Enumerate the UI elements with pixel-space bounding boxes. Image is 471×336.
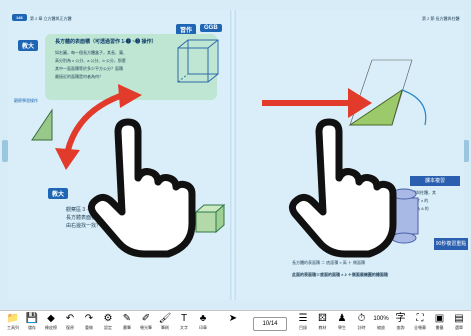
cuboid-figure bbox=[177, 39, 219, 83]
triangle-figure bbox=[31, 108, 53, 141]
stamp-tool-button[interactable]: ♣ 印章 bbox=[192, 313, 214, 335]
page-indicator[interactable]: 10/14 bbox=[253, 317, 287, 331]
prism-figure bbox=[348, 59, 427, 126]
menu-tool-button[interactable]: ▤ 選單 bbox=[448, 313, 470, 335]
stamp-icon: ♣ bbox=[199, 313, 207, 324]
hand-gesture-right-icon bbox=[288, 118, 397, 258]
tool-label: 印章 bbox=[199, 325, 207, 330]
tool-label: 選單 bbox=[455, 325, 463, 330]
ebook-viewport[interactable]: 146 第 2 章 立方體與正方體 習作 GGB 教大 2 觀察學習操作 教大 … bbox=[0, 0, 471, 310]
cursor-icon: ➤ bbox=[228, 313, 238, 324]
menu-icon: ▤ bbox=[454, 313, 464, 324]
hand-gesture-left-icon bbox=[87, 118, 196, 258]
green-cube-figure bbox=[194, 203, 226, 234]
cursor-tool-button[interactable]: ➤ bbox=[222, 313, 244, 335]
swipe-right-arrow-icon bbox=[262, 88, 372, 118]
illustration-layer bbox=[31, 39, 427, 258]
bottom-toolbar: 📁 工具列 💾 儲存 ◆ 橡皮擦 ↶ 復原 ↷ 重做 ⚙ 設定 ✎ 畫筆 ✐ 螢光筆 🖌 筆刷 T 文字 ♣ 印章 ➤ 1… bbox=[0, 310, 471, 336]
